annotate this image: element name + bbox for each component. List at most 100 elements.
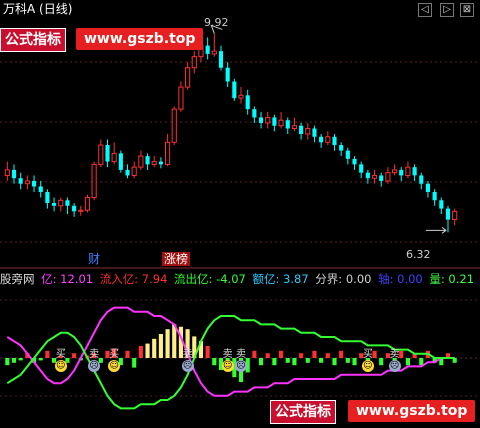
candle xyxy=(84,194,91,213)
candle xyxy=(105,139,110,168)
candle xyxy=(245,89,250,115)
legend-field: 亿: 12.01 xyxy=(37,272,94,286)
candle xyxy=(339,142,344,157)
candle xyxy=(72,203,77,217)
candle xyxy=(165,134,171,167)
candle xyxy=(58,197,64,212)
candle xyxy=(218,45,224,71)
candle xyxy=(352,156,357,170)
flow-bar xyxy=(72,353,77,358)
candle xyxy=(392,164,398,176)
candle xyxy=(285,117,290,134)
watermark-url[interactable]: www.gszb.top xyxy=(76,28,204,50)
candle xyxy=(291,117,297,132)
candle xyxy=(65,197,70,215)
price-low-label: 6.32 xyxy=(406,248,431,261)
flow-bar xyxy=(145,343,150,358)
flow-bar xyxy=(305,358,310,363)
flow-bar xyxy=(45,350,50,358)
flow-bar xyxy=(272,358,277,366)
legend-field: 额亿: 3.87 xyxy=(248,272,309,286)
flow-bar xyxy=(325,353,330,358)
candle xyxy=(299,122,304,140)
smile-face-icon: ☺ xyxy=(108,360,121,372)
flow-bar xyxy=(212,358,217,366)
sell-signal: 卖 xyxy=(389,349,400,360)
flow-bar xyxy=(292,358,297,366)
sad-face-icon: ☹ xyxy=(181,360,194,372)
flow-bar xyxy=(158,334,163,358)
prev-button[interactable]: ◁ xyxy=(418,3,432,17)
buy-signal: 买 xyxy=(109,349,120,360)
flow-bar xyxy=(152,338,157,358)
flow-bar xyxy=(132,358,137,368)
candle xyxy=(131,161,137,179)
sad-face-icon: ☹ xyxy=(235,360,247,372)
candle xyxy=(419,172,424,190)
tag-cai: 财 xyxy=(88,252,101,266)
candle xyxy=(191,51,197,74)
legend-field: 流出亿: -4.07 xyxy=(170,272,246,286)
sell-signal: 卖 xyxy=(222,349,233,360)
legend-field: 轴: 0.00 xyxy=(374,272,423,286)
candle xyxy=(98,139,104,168)
candle xyxy=(151,156,157,168)
flow-bar xyxy=(252,350,257,358)
watermark-label: 公式指标 xyxy=(0,28,66,52)
close-button[interactable]: ⊠ xyxy=(460,3,474,17)
candle xyxy=(18,172,23,190)
flow-bar xyxy=(165,329,170,358)
candle xyxy=(4,161,10,181)
candle xyxy=(412,164,417,181)
candle xyxy=(158,157,163,169)
watermark-url-bottom[interactable]: www.gszb.top xyxy=(348,400,476,422)
flow-bar xyxy=(372,350,377,358)
candle xyxy=(211,33,217,57)
candle xyxy=(11,164,17,184)
watermark-label-bottom: 公式指标 xyxy=(270,400,336,424)
flow-bar xyxy=(319,358,324,363)
candle xyxy=(432,189,437,206)
low-marker xyxy=(425,226,447,234)
candle xyxy=(91,161,97,201)
legend-field: 分界: 0.00 xyxy=(311,272,372,286)
candle xyxy=(38,180,43,198)
flow-bar xyxy=(125,350,130,358)
flow-bar xyxy=(419,358,424,366)
candle xyxy=(185,62,191,90)
flow-bar xyxy=(399,350,404,358)
candlestick-series xyxy=(4,33,458,233)
candle xyxy=(238,87,244,104)
candle xyxy=(78,205,84,216)
candle xyxy=(385,167,391,184)
sell-signal: 卖 xyxy=(236,349,246,360)
flow-bar xyxy=(332,358,337,366)
buy-signal: 买 xyxy=(362,349,373,360)
flow-bar xyxy=(11,358,17,363)
candle xyxy=(452,208,458,226)
flow-bar xyxy=(205,346,210,358)
flow-bar xyxy=(405,358,410,366)
candle xyxy=(138,150,144,170)
candle xyxy=(379,172,384,187)
buy-signal: 买 xyxy=(55,349,66,360)
flow-bar xyxy=(172,324,177,358)
candle xyxy=(405,161,411,179)
flow-bar xyxy=(379,358,384,366)
indicator-name: 股旁网 xyxy=(0,272,35,286)
flow-bar xyxy=(285,358,290,363)
candle xyxy=(332,134,337,151)
flow-bar xyxy=(38,358,43,361)
legend-field: 量: 0.21 xyxy=(425,272,475,286)
sell-signal: 卖 xyxy=(89,349,100,360)
flow-bar xyxy=(138,346,143,358)
candle xyxy=(319,134,324,148)
candle xyxy=(171,106,177,146)
next-button[interactable]: ▷ xyxy=(440,3,454,17)
candle xyxy=(359,161,364,179)
candle xyxy=(272,114,277,132)
price-high-label: 9.92 xyxy=(204,16,229,29)
legend-field: 流入亿: 7.94 xyxy=(96,272,168,286)
tag-zhangbang: 涨榜 xyxy=(162,252,191,266)
candle xyxy=(312,125,317,143)
